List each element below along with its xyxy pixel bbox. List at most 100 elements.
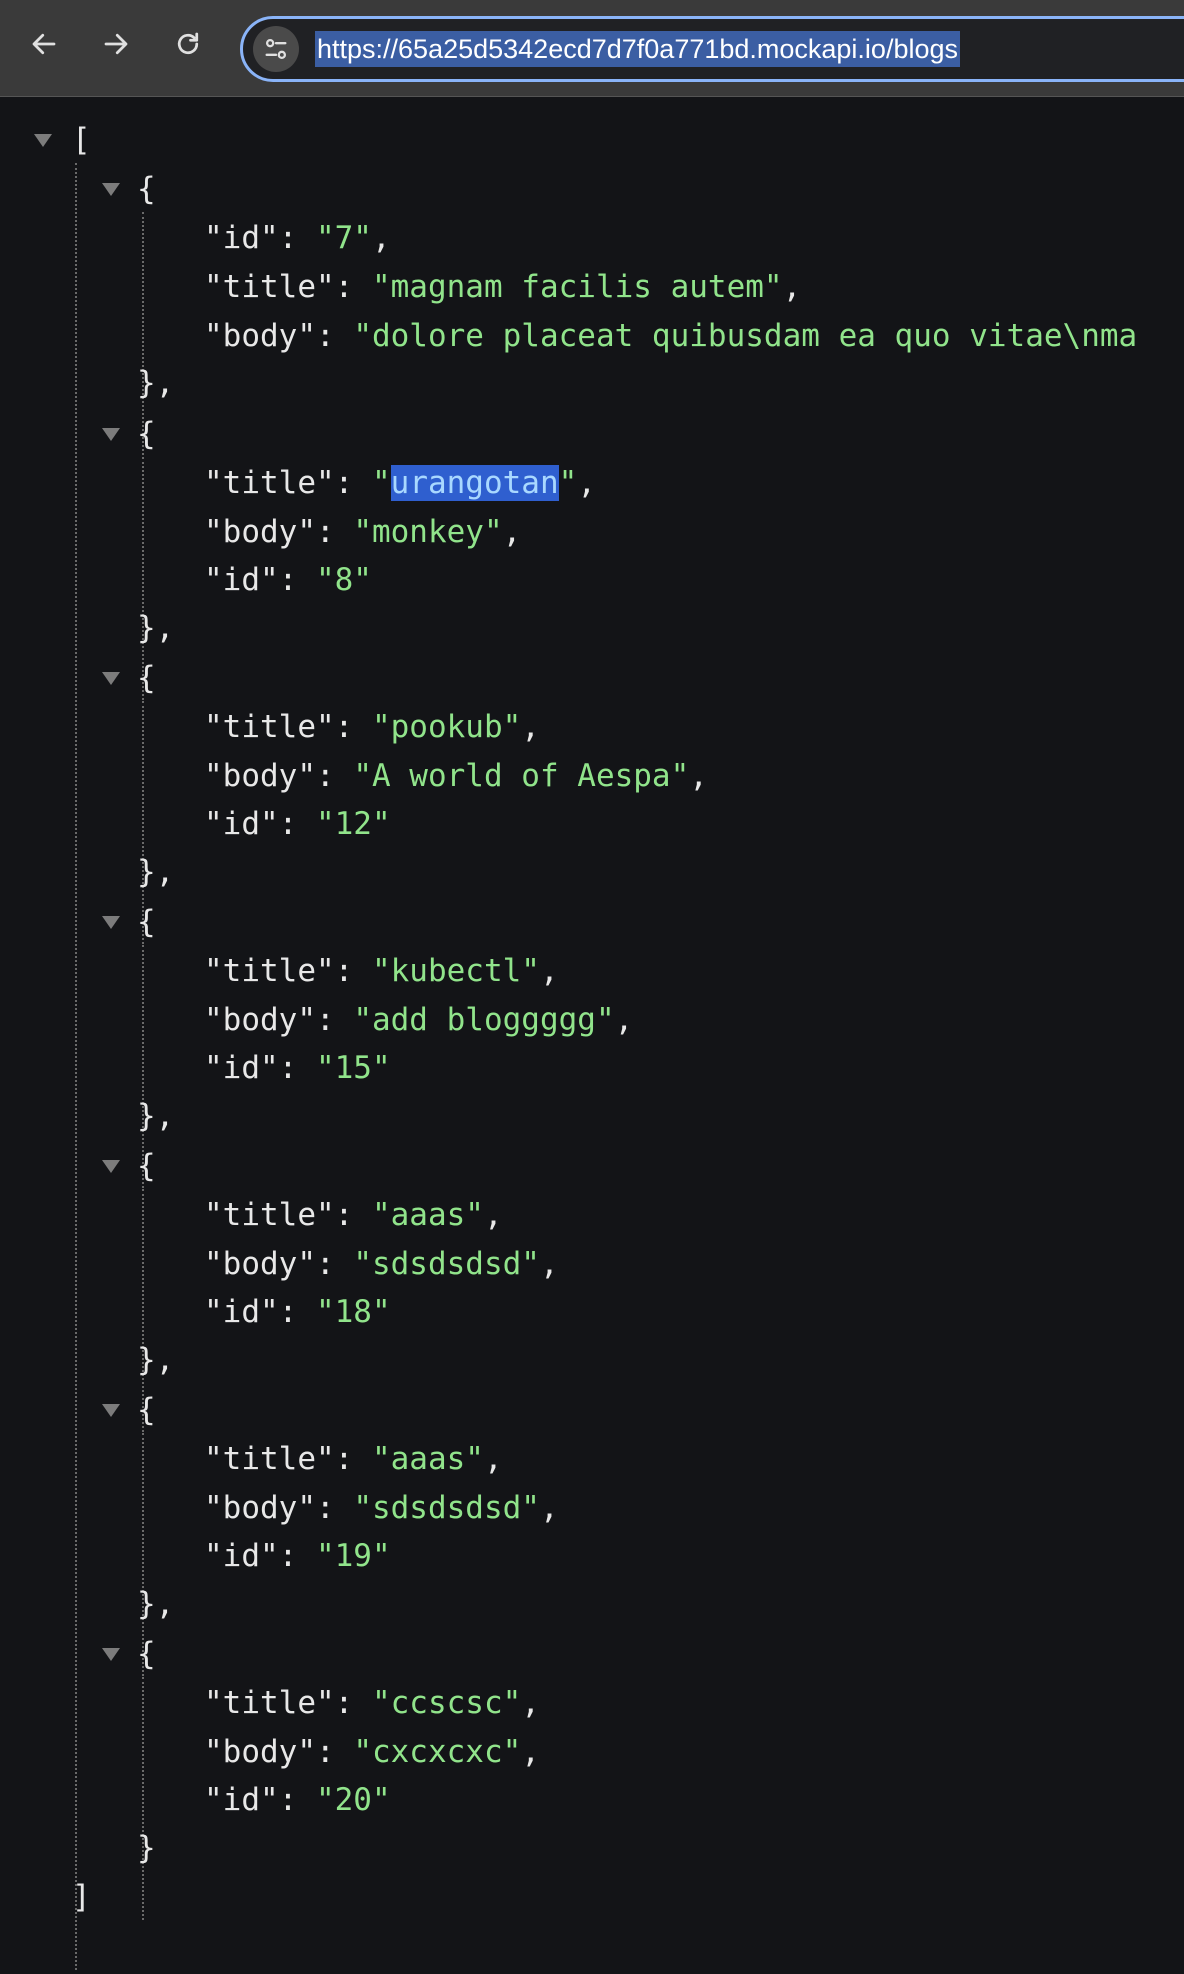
json-value: "A world of Aespa" [353, 758, 690, 794]
root-open-bracket: [ [72, 122, 91, 158]
json-key: "body" [204, 1490, 316, 1526]
json-comma: , [502, 514, 522, 550]
json-key: "id" [204, 1050, 279, 1086]
json-key: "title" [204, 1441, 335, 1477]
json-field: "id": "12" [204, 806, 391, 842]
forward-button[interactable] [94, 22, 138, 66]
json-key: "body" [204, 514, 316, 550]
close-brace: }, [137, 365, 175, 401]
collapse-toggle[interactable] [102, 428, 120, 441]
json-key: "id" [204, 220, 279, 256]
json-key: "title" [204, 953, 335, 989]
browser-toolbar: https://65a25d5342ecd7d7f0a771bd.mockapi… [0, 0, 1184, 97]
close-brace: }, [137, 1342, 175, 1378]
open-brace: { [137, 904, 156, 940]
json-value: "ccscsc" [371, 1685, 522, 1721]
json-field: "body": "sdsdsdsd", [204, 1490, 559, 1526]
collapse-toggle[interactable] [102, 183, 120, 196]
json-field: "id": "20" [204, 1782, 391, 1818]
json-key: "id" [204, 806, 279, 842]
tune-icon [265, 38, 287, 60]
json-key: "id" [204, 1294, 279, 1330]
json-field: "body": "cxcxcxc", [204, 1734, 540, 1770]
json-value: "sdsdsdsd" [353, 1490, 540, 1526]
json-comma: , [371, 220, 391, 256]
json-value: "7" [315, 220, 372, 256]
json-field: "title": "ccscsc", [204, 1685, 540, 1721]
json-value: "19" [315, 1538, 391, 1574]
arrow-left-icon [32, 33, 56, 55]
reload-icon [177, 32, 199, 55]
json-key: "id" [204, 562, 279, 598]
address-bar[interactable]: https://65a25d5342ecd7d7f0a771bd.mockapi… [240, 16, 1184, 82]
collapse-toggle[interactable] [102, 672, 120, 685]
json-comma: , [539, 1246, 559, 1282]
json-key: "body" [204, 1734, 316, 1770]
json-key: "title" [204, 709, 335, 745]
json-field: "title": "magnam facilis autem", [204, 269, 802, 305]
json-value: "pookub" [371, 709, 522, 745]
json-field: "id": "18" [204, 1294, 391, 1330]
json-value: "sdsdsdsd" [353, 1246, 540, 1282]
open-brace: { [137, 171, 156, 207]
collapse-toggle-root[interactable] [34, 134, 52, 147]
collapse-toggle[interactable] [102, 1404, 120, 1417]
json-value: "magnam facilis autem" [371, 269, 783, 305]
json-comma: , [483, 1441, 503, 1477]
json-comma: , [521, 709, 540, 745]
json-value: "dolore placeat quibusdam ea quo vitae\n… [353, 318, 1138, 354]
root-close-bracket: ] [72, 1879, 91, 1915]
collapse-toggle[interactable] [102, 1648, 120, 1661]
site-info-button[interactable] [253, 26, 299, 72]
json-value: "20" [315, 1782, 391, 1818]
json-field: "title": "urangotan", [204, 465, 596, 501]
collapse-toggle[interactable] [102, 916, 120, 929]
json-key: "body" [204, 1246, 316, 1282]
json-field: "body": "monkey", [204, 514, 522, 550]
json-value: "add bloggggg" [353, 1002, 615, 1038]
json-comma: , [539, 1490, 559, 1526]
json-value: "kubectl" [371, 953, 540, 989]
json-comma: , [782, 269, 802, 305]
json-value: "15" [315, 1050, 391, 1086]
json-value: "monkey" [353, 514, 503, 550]
json-value: "18" [315, 1294, 391, 1330]
json-field: "body": "add bloggggg", [204, 1002, 634, 1038]
url-text[interactable]: https://65a25d5342ecd7d7f0a771bd.mockapi… [315, 31, 960, 67]
json-field: "body": "sdsdsdsd", [204, 1246, 559, 1282]
json-field: "id": "15" [204, 1050, 391, 1086]
close-brace: }, [137, 610, 175, 646]
json-comma: , [577, 465, 596, 501]
open-brace: { [137, 1636, 156, 1672]
json-field: "body": "A world of Aespa", [204, 758, 708, 794]
json-key: "title" [204, 465, 335, 501]
json-viewer: [ { "id": "7", "title": "magnam facilis … [0, 97, 1184, 1974]
json-value: "aaas" [371, 1197, 484, 1233]
collapse-toggle[interactable] [102, 1160, 120, 1173]
json-field: "id": "7", [204, 220, 391, 256]
close-brace: }, [137, 854, 175, 890]
json-key: "id" [204, 1538, 279, 1574]
json-comma: , [521, 1685, 540, 1721]
open-brace: { [137, 416, 156, 452]
json-comma: , [521, 1734, 540, 1770]
json-key: "body" [204, 758, 316, 794]
json-value: "aaas" [371, 1441, 484, 1477]
json-value: "8" [315, 562, 372, 598]
json-field: "id": "8" [204, 562, 372, 598]
close-brace: } [137, 1830, 156, 1866]
open-brace: { [137, 1148, 156, 1184]
json-comma: , [614, 1002, 634, 1038]
reload-button[interactable] [166, 22, 210, 66]
object-indent-guide [142, 1677, 144, 1920]
json-value: "12" [315, 806, 391, 842]
open-brace: { [137, 660, 156, 696]
json-key: "title" [204, 1685, 335, 1721]
json-field: "title": "aaas", [204, 1197, 503, 1233]
selected-text: urangotan [390, 465, 559, 501]
json-key: "body" [204, 1002, 316, 1038]
back-button[interactable] [22, 22, 66, 66]
json-key: "title" [204, 269, 335, 305]
json-key: "id" [204, 1782, 279, 1818]
root-indent-guide [75, 163, 77, 1970]
